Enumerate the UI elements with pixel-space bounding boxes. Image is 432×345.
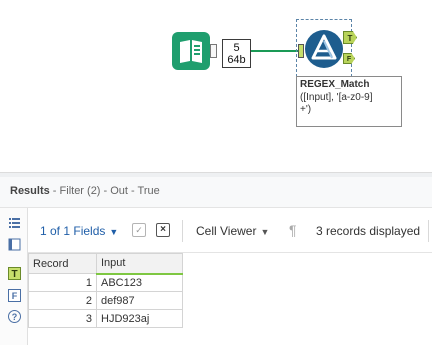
list-icon[interactable] [8, 216, 21, 229]
chevron-down-icon: ▼ [260, 227, 270, 237]
input-value-cell[interactable]: ABC123 [96, 273, 183, 292]
annotation-title: REGEX_Match [300, 79, 370, 90]
fields-dropdown-label: 1 of 1 Fields [40, 224, 106, 238]
help-icon[interactable]: ? [8, 310, 21, 323]
table-row[interactable]: 3 HJD923aj [28, 309, 183, 328]
filter-tool[interactable] [304, 29, 344, 69]
true-anchor-icon[interactable]: T [8, 267, 21, 280]
record-number-cell[interactable]: 1 [28, 273, 97, 292]
table-row[interactable]: 1 ABC123 [28, 273, 183, 292]
record-number-cell[interactable]: 3 [28, 309, 97, 328]
record-size-value: 64b [227, 54, 246, 66]
chevron-down-icon: ▼ [109, 227, 119, 237]
book-icon [172, 32, 210, 70]
records-displayed-label: 3 records displayed [316, 224, 421, 238]
results-grid: Record Input 1 ABC123 2 def987 3 HJD923a… [28, 253, 183, 328]
input-value-cell[interactable]: def987 [96, 291, 183, 310]
table-row[interactable]: 2 def987 [28, 291, 183, 310]
toolbar-divider [428, 220, 429, 242]
annotation-expression-line: ([Input], '[a-z0-9] [300, 91, 373, 103]
cell-viewer-label: Cell Viewer [196, 224, 257, 238]
false-output-anchor[interactable]: F [343, 53, 355, 64]
record-count-badge: 5 64b [222, 39, 251, 68]
column-header-input[interactable]: Input [96, 253, 183, 275]
record-count-value: 5 [233, 42, 240, 54]
results-header: Results - Filter (2) - Out - True [0, 177, 432, 208]
deselect-all-button[interactable]: × [156, 223, 170, 237]
true-output-anchor[interactable]: T [343, 31, 357, 44]
input-data-tool[interactable] [172, 32, 210, 70]
filter-annotation: REGEX_Match ([Input], '[a-z0-9] +') [296, 76, 402, 127]
results-title: Results [10, 185, 50, 197]
fields-dropdown[interactable]: 1 of 1 Fields ▼ [40, 224, 118, 239]
input-value-cell[interactable]: HJD923aj [96, 309, 183, 328]
false-anchor-icon[interactable]: F [8, 289, 21, 302]
metadata-icon[interactable] [8, 238, 21, 251]
input-output-anchor[interactable] [210, 44, 217, 58]
pilcrow-icon[interactable]: ¶ [289, 223, 297, 237]
cell-viewer-dropdown[interactable]: Cell Viewer ▼ [196, 224, 269, 239]
annotation-expression-line: +') [300, 104, 312, 115]
toolbar-divider [182, 220, 183, 242]
workflow-canvas[interactable]: 5 64b T F REGEX_Match ([Input], '[a-z0-9… [0, 0, 432, 172]
results-sidebar: T F ? [0, 208, 28, 345]
column-header-record[interactable]: Record [28, 253, 97, 274]
workflow-connector[interactable] [251, 50, 298, 52]
filter-icon [305, 30, 343, 68]
record-number-cell[interactable]: 2 [28, 291, 97, 310]
select-all-checkbox-button[interactable]: ✓ [132, 223, 146, 237]
results-subtitle: - Filter (2) - Out - True [49, 185, 160, 197]
results-toolbar: 1 of 1 Fields ▼ ✓ × Cell Viewer ▼ ¶ 3 reco… [28, 208, 432, 253]
